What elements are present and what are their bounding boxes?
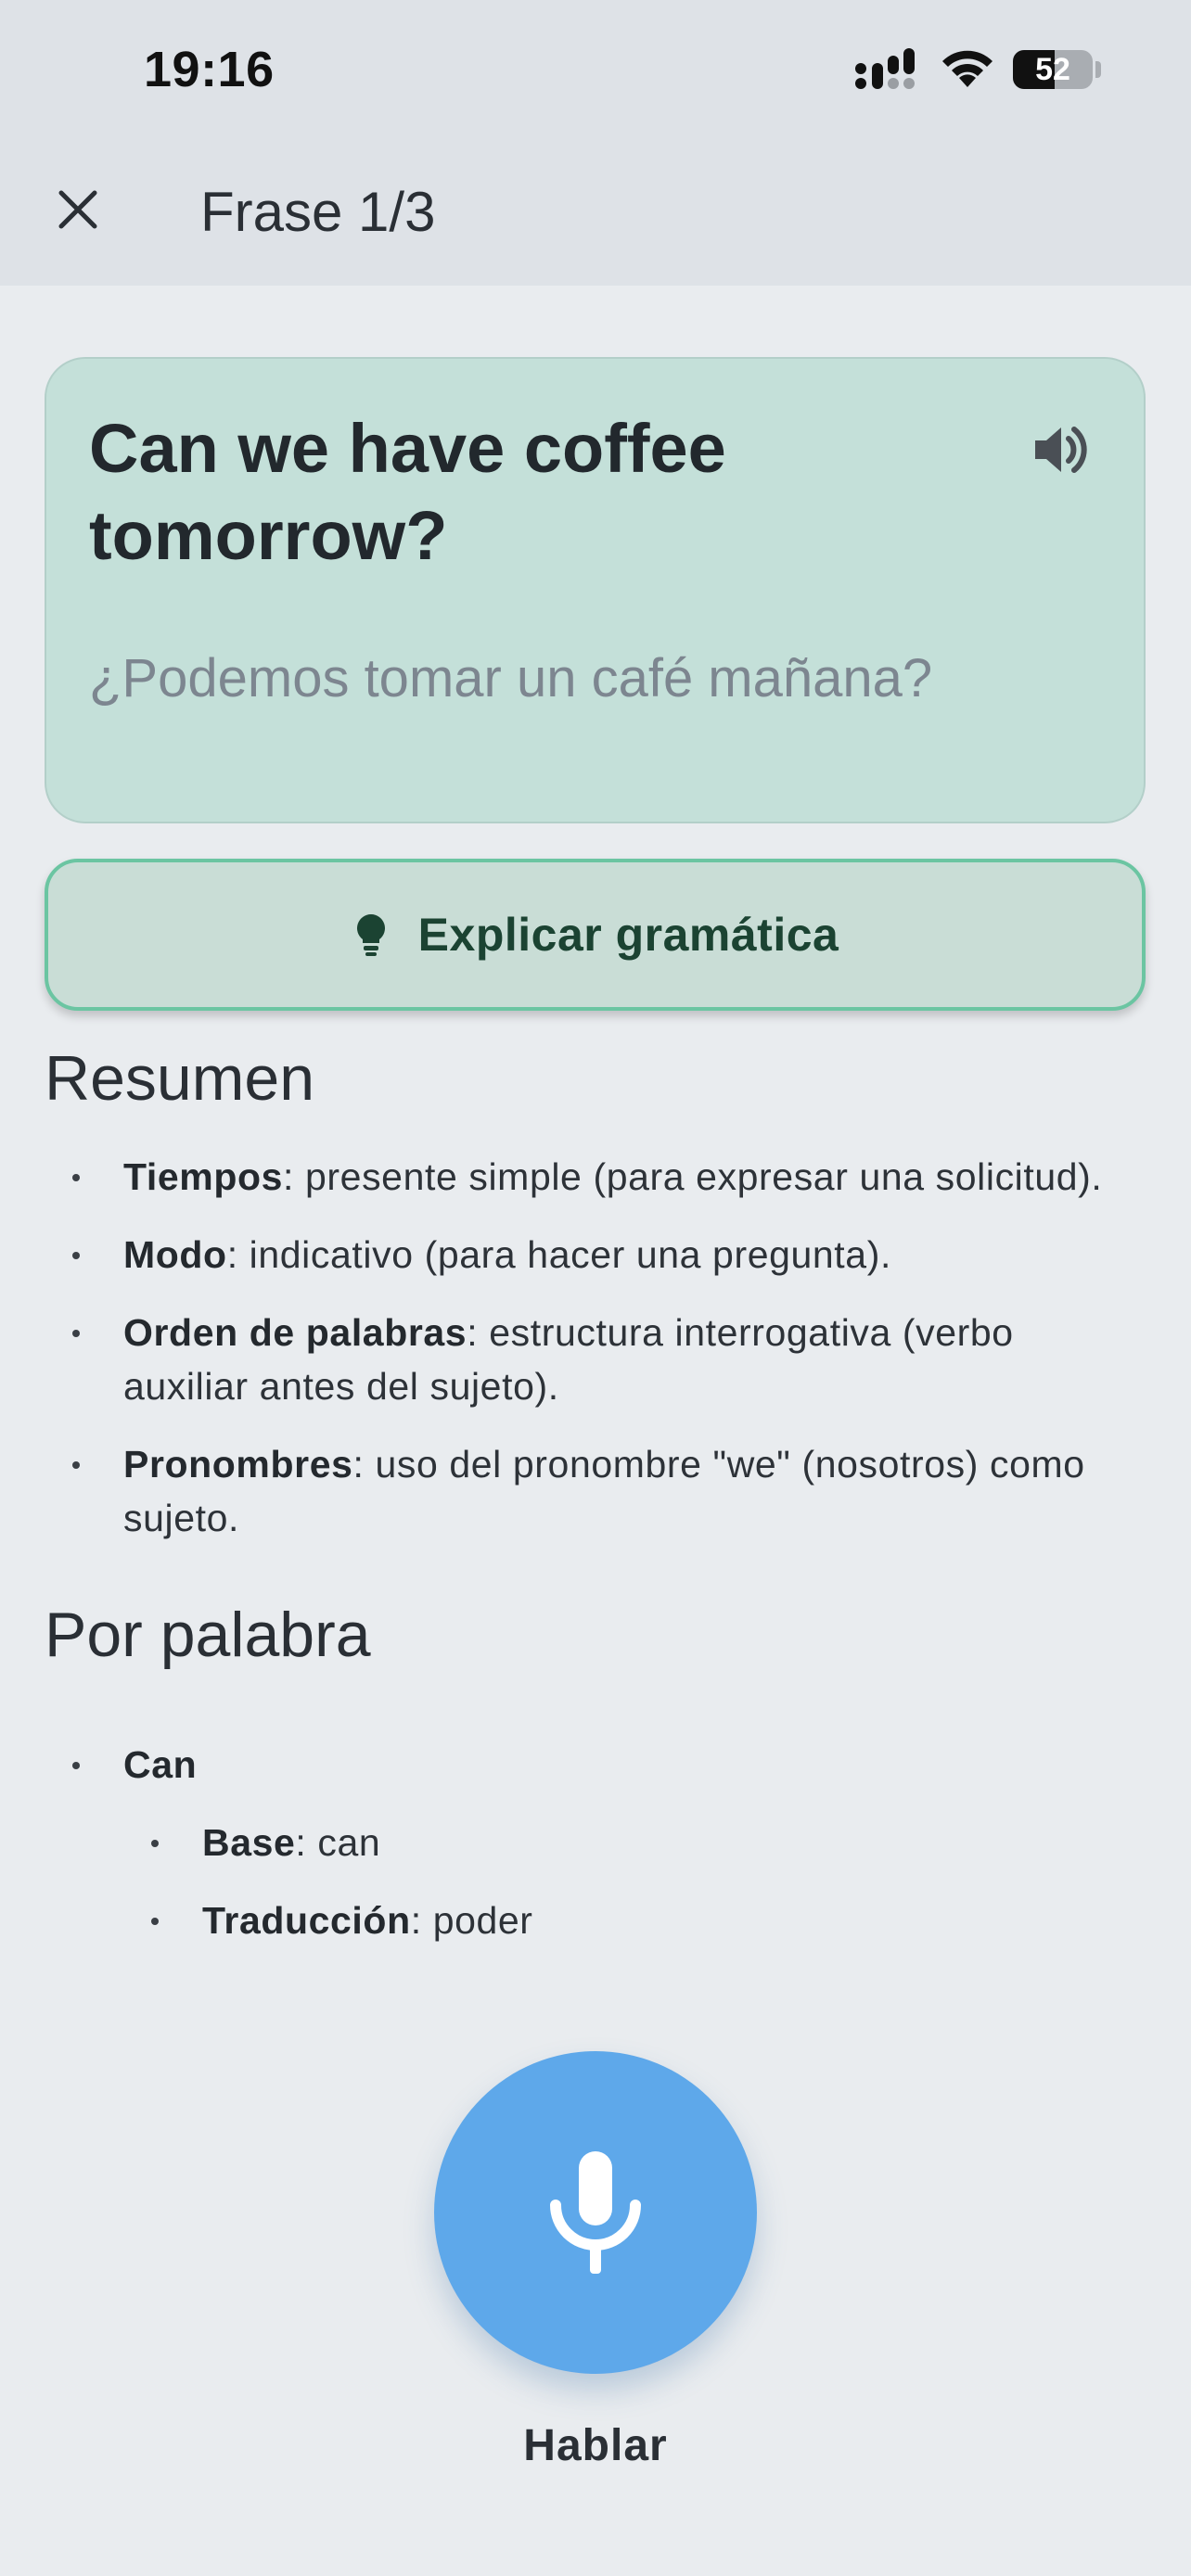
item-term: Pronombres [123, 1443, 353, 1486]
battery-percent: 52 [1035, 52, 1070, 87]
word-item: Can [45, 1738, 1148, 1792]
speak-label: Hablar [523, 2421, 668, 2470]
by-word-heading: Por palabra [45, 1600, 371, 1670]
wifi-icon [942, 50, 992, 87]
list-item: Pronombres: uso del pronombre "we" (noso… [45, 1437, 1148, 1545]
word-detail-item: Base: can [45, 1816, 1148, 1869]
microphone-icon [550, 2151, 641, 2274]
word-detail-item: Traducción: poder [45, 1894, 1148, 1947]
signal-icon [855, 48, 915, 89]
list-item: Orden de palabras: estructura interrogat… [45, 1306, 1148, 1413]
item-term: Orden de palabras [123, 1311, 467, 1354]
list-item: Modo: indicativo (para hacer una pregunt… [45, 1228, 1148, 1282]
battery-icon: 52 [1013, 50, 1093, 89]
lightbulb-icon [356, 914, 385, 956]
close-icon [58, 190, 97, 229]
app-bar: Frase 1/3 [0, 139, 1191, 286]
item-text: : presente simple (para expresar una sol… [283, 1155, 1103, 1198]
word-term: Can [123, 1743, 198, 1786]
status-bar: 19:16 52 [0, 0, 1191, 139]
speak-button[interactable] [434, 2051, 757, 2374]
detail-text: : can [295, 1821, 381, 1864]
status-time: 19:16 [144, 42, 275, 97]
summary-list: Tiempos: presente simple (para expresar … [45, 1150, 1148, 1569]
summary-heading: Resumen [45, 1043, 315, 1114]
phrase-spanish: ¿Podemos tomar un café mañana? [89, 648, 933, 708]
speaker-icon[interactable] [1026, 416, 1093, 483]
detail-term: Traducción [202, 1899, 411, 1942]
item-text: : indicativo (para hacer una pregunta). [226, 1233, 891, 1276]
phrase-english: Can we have coffee tomorrow? [89, 410, 726, 574]
list-item: Tiempos: presente simple (para expresar … [45, 1150, 1148, 1204]
detail-text: : poder [410, 1899, 533, 1942]
explain-grammar-label: Explicar gramática [417, 909, 839, 961]
explain-grammar-button[interactable]: Explicar gramática [45, 859, 1146, 1011]
item-term: Tiempos [123, 1155, 284, 1198]
page-title: Frase 1/3 [200, 181, 436, 243]
by-word-list: Can Base: can Traducción: poder [45, 1738, 1148, 1971]
battery-tip [1095, 61, 1101, 78]
item-term: Modo [123, 1233, 227, 1276]
detail-term: Base [202, 1821, 296, 1864]
close-button[interactable] [45, 176, 111, 243]
phrase-card: Can we have coffee tomorrow? ¿Podemos to… [45, 357, 1146, 823]
